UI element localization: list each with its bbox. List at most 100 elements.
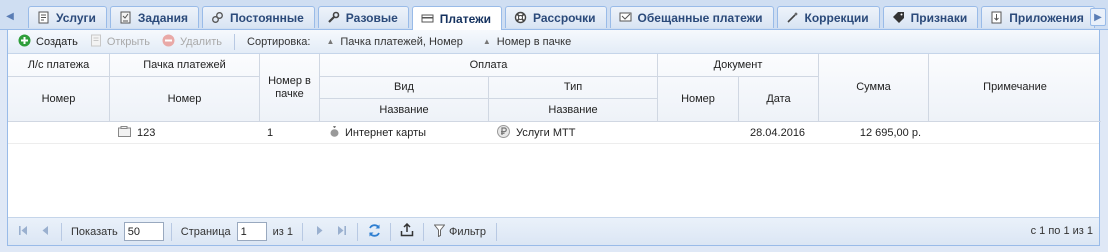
sort-label: Сортировка: bbox=[247, 35, 311, 48]
tab-label: Задания bbox=[137, 10, 189, 25]
cell-batch-number: 123 bbox=[137, 126, 156, 139]
header-kind-name[interactable]: Название bbox=[320, 99, 489, 122]
pager-separator bbox=[357, 222, 358, 241]
tab-tasks[interactable]: Задания bbox=[109, 6, 200, 28]
lifebuoy-icon bbox=[514, 11, 527, 24]
sort-asc-icon: ▲ bbox=[482, 37, 491, 46]
header-doc-number[interactable]: Номер bbox=[658, 77, 739, 122]
wrench-icon bbox=[327, 11, 340, 24]
tab-payments[interactable]: Платежи bbox=[411, 6, 502, 30]
header-ls-number[interactable]: Номер bbox=[8, 77, 110, 122]
tab-label: Рассрочки bbox=[532, 10, 596, 25]
tab-label: Признаки bbox=[910, 10, 968, 25]
header-type-name[interactable]: Название bbox=[489, 99, 658, 122]
plus-icon bbox=[18, 34, 31, 50]
pager-separator bbox=[390, 222, 391, 241]
tab-scroll-left-button[interactable]: ◀ bbox=[2, 8, 18, 26]
prev-page-button[interactable] bbox=[36, 223, 54, 241]
minus-icon bbox=[162, 34, 175, 50]
cell-note bbox=[929, 122, 1101, 143]
header-sum[interactable]: Сумма bbox=[819, 54, 929, 122]
payments-panel: Создать Открыть Удалить Сортировка: ▲ Па… bbox=[7, 30, 1101, 246]
pager-separator bbox=[495, 222, 497, 241]
task-icon bbox=[119, 11, 132, 24]
tab-label: Разовые bbox=[345, 10, 398, 25]
tabs: Услуги Задания Постоянные Разовые Платеж… bbox=[28, 6, 1095, 30]
export-button[interactable] bbox=[398, 222, 416, 241]
create-button[interactable]: Создать bbox=[14, 32, 82, 52]
next-page-icon bbox=[314, 225, 325, 239]
sort-batch-number-button[interactable]: ▲ Пачка платежей, Номер bbox=[318, 36, 470, 48]
tab-promised[interactable]: Обещанные платежи bbox=[609, 6, 774, 28]
header-in-batch[interactable]: Номер в пачке bbox=[260, 54, 320, 122]
grid-header: Л/с платежа Номер Пачка платежей Номер Н… bbox=[8, 54, 1101, 122]
pager-separator bbox=[61, 222, 62, 241]
header-note[interactable]: Примечание bbox=[929, 54, 1101, 122]
tab-onetime[interactable]: Разовые bbox=[317, 6, 409, 28]
header-batch-group: Пачка платежей bbox=[110, 54, 260, 77]
cell-sum: 12 695,00 р. bbox=[859, 126, 921, 139]
tab-corrections[interactable]: Коррекции bbox=[776, 6, 880, 28]
cell-batch: 123 bbox=[110, 122, 260, 143]
sort-in-batch-button[interactable]: ▲ Номер в пачке bbox=[475, 36, 579, 48]
sort-batch-number-label: Пачка платежей, Номер bbox=[340, 35, 463, 48]
magic-wand-icon bbox=[786, 11, 799, 24]
tab-label: Постоянные bbox=[230, 10, 304, 25]
last-page-button[interactable] bbox=[332, 223, 350, 241]
link-icon bbox=[211, 11, 224, 24]
money-bag-icon bbox=[330, 125, 339, 140]
tag-icon bbox=[892, 11, 905, 24]
cell-in-batch: 1 bbox=[267, 126, 274, 139]
open-label: Открыть bbox=[106, 35, 151, 48]
filter-button[interactable]: Фильтр bbox=[431, 224, 489, 240]
document-icon bbox=[90, 34, 102, 50]
toolbar: Создать Открыть Удалить Сортировка: ▲ Па… bbox=[8, 30, 1099, 54]
cell-kind-name: Интернет карты bbox=[345, 126, 427, 139]
first-page-icon bbox=[18, 225, 29, 239]
tab-label: Платежи bbox=[439, 11, 491, 26]
invoice-icon bbox=[37, 11, 50, 24]
pager-separator bbox=[302, 222, 303, 241]
header-doc-date[interactable]: Дата bbox=[739, 77, 819, 122]
card-icon bbox=[421, 12, 434, 25]
attachment-icon bbox=[990, 11, 1003, 24]
sort-in-batch-label: Номер в пачке bbox=[496, 35, 572, 48]
header-type: Тип bbox=[489, 77, 658, 99]
ruble-icon bbox=[497, 124, 510, 141]
first-page-button[interactable] bbox=[14, 223, 32, 241]
refresh-icon bbox=[367, 223, 382, 241]
header-payment-group: Оплата bbox=[320, 54, 658, 77]
refresh-button[interactable] bbox=[365, 223, 383, 241]
page-number-input[interactable] bbox=[236, 222, 267, 241]
batch-icon bbox=[118, 125, 131, 140]
upload-icon bbox=[400, 222, 414, 240]
sort-asc-icon: ▲ bbox=[326, 37, 335, 46]
cell-type: Услуги МТТ bbox=[489, 122, 658, 143]
window: ◀ Услуги Задания Постоянные Разовые Плат… bbox=[0, 0, 1108, 252]
cell-type-name: Услуги МТТ bbox=[516, 126, 576, 139]
open-button[interactable]: Открыть bbox=[86, 32, 154, 52]
header-kind: Вид bbox=[320, 77, 489, 99]
create-label: Создать bbox=[36, 35, 78, 48]
tab-installments[interactable]: Рассрочки bbox=[504, 6, 607, 28]
page-size-input[interactable] bbox=[123, 222, 164, 241]
tab-services[interactable]: Услуги bbox=[28, 6, 107, 28]
tab-attachments[interactable]: Приложения bbox=[981, 6, 1095, 28]
tab-attributes[interactable]: Признаки bbox=[882, 6, 979, 28]
header-document-group: Документ bbox=[658, 54, 819, 77]
tab-label: Приложения bbox=[1009, 10, 1084, 25]
table-row[interactable]: 123 1 Интернет карты Услуги МТТ 28.04.20… bbox=[8, 122, 1099, 144]
tab-scroll-right-button[interactable]: ▶ bbox=[1090, 8, 1106, 26]
promise-icon bbox=[619, 11, 632, 24]
next-page-button[interactable] bbox=[310, 223, 328, 241]
page-size-label: Показать bbox=[71, 225, 118, 238]
filter-label: Фильтр bbox=[449, 225, 486, 238]
prev-page-icon bbox=[40, 225, 51, 239]
delete-button[interactable]: Удалить bbox=[158, 32, 226, 52]
paging-info: с 1 по 1 из 1 bbox=[1030, 225, 1093, 237]
header-batch-number[interactable]: Номер bbox=[110, 77, 260, 122]
header-ls-group: Л/с платежа bbox=[8, 54, 110, 77]
cell-kind: Интернет карты bbox=[320, 122, 489, 143]
cell-ls-number bbox=[8, 122, 110, 143]
tab-permanent[interactable]: Постоянные bbox=[202, 6, 315, 28]
